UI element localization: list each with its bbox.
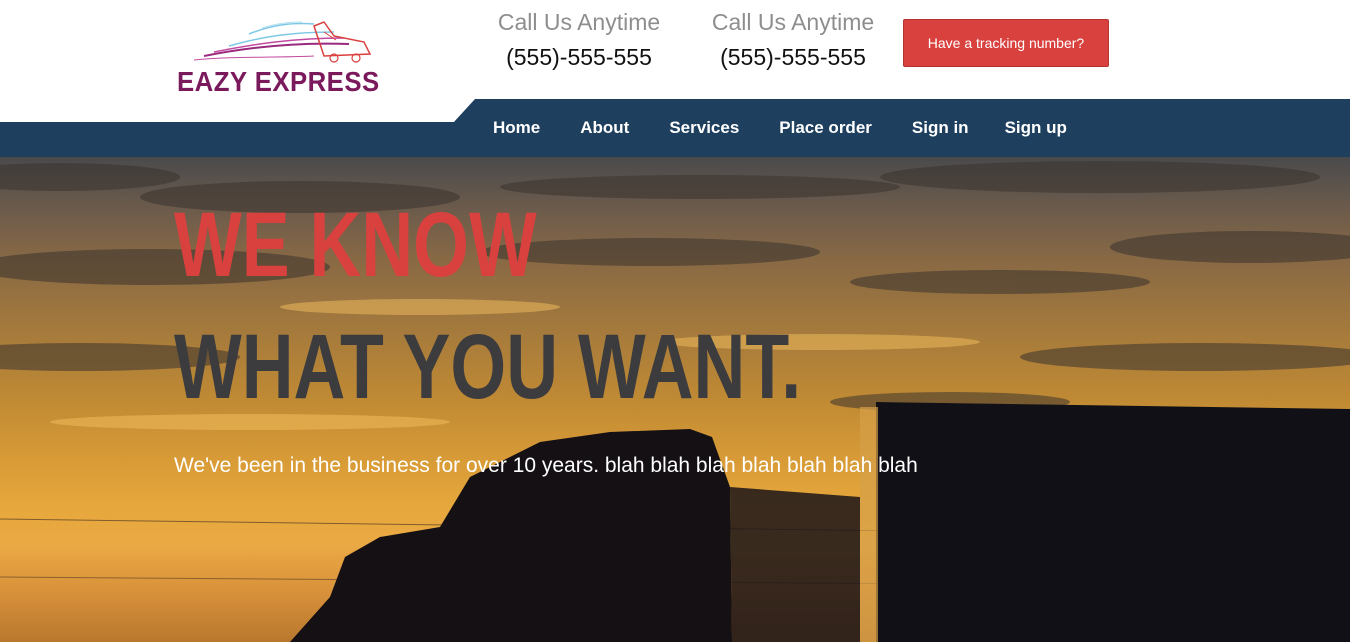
hero-headline-line2: WHAT YOU WANT. bbox=[174, 316, 802, 418]
main-nav: Home About Services Place order Sign in … bbox=[473, 108, 1067, 148]
phone-number[interactable]: (555)-555-555 bbox=[698, 42, 888, 72]
nav-item-signin[interactable]: Sign in bbox=[892, 118, 989, 138]
truck-logo-icon bbox=[193, 21, 372, 63]
nav-item-signup[interactable]: Sign up bbox=[989, 118, 1067, 138]
tracking-number-button[interactable]: Have a tracking number? bbox=[903, 19, 1109, 67]
call-us-label: Call Us Anytime bbox=[497, 9, 661, 35]
nav-item-place-order[interactable]: Place order bbox=[759, 118, 892, 138]
call-us-block: Call Us Anytime (555)-555-555 bbox=[484, 8, 674, 72]
hero-section: WE KNOW WHAT YOU WANT. We've been in the… bbox=[0, 157, 1350, 642]
hero-subtitle: We've been in the business for over 10 y… bbox=[174, 454, 918, 477]
nav-item-services[interactable]: Services bbox=[649, 118, 759, 138]
call-us-label: Call Us Anytime bbox=[711, 9, 875, 35]
hero-headline-line1: WE KNOW bbox=[174, 194, 537, 296]
phone-number[interactable]: (555)-555-555 bbox=[484, 42, 674, 72]
nav-item-home[interactable]: Home bbox=[473, 118, 560, 138]
site-logo[interactable]: EAZY EXPRESS bbox=[174, 14, 379, 98]
nav-item-about[interactable]: About bbox=[560, 118, 649, 138]
call-us-block: Call Us Anytime (555)-555-555 bbox=[698, 8, 888, 72]
logo-text: EAZY EXPRESS bbox=[177, 66, 380, 97]
